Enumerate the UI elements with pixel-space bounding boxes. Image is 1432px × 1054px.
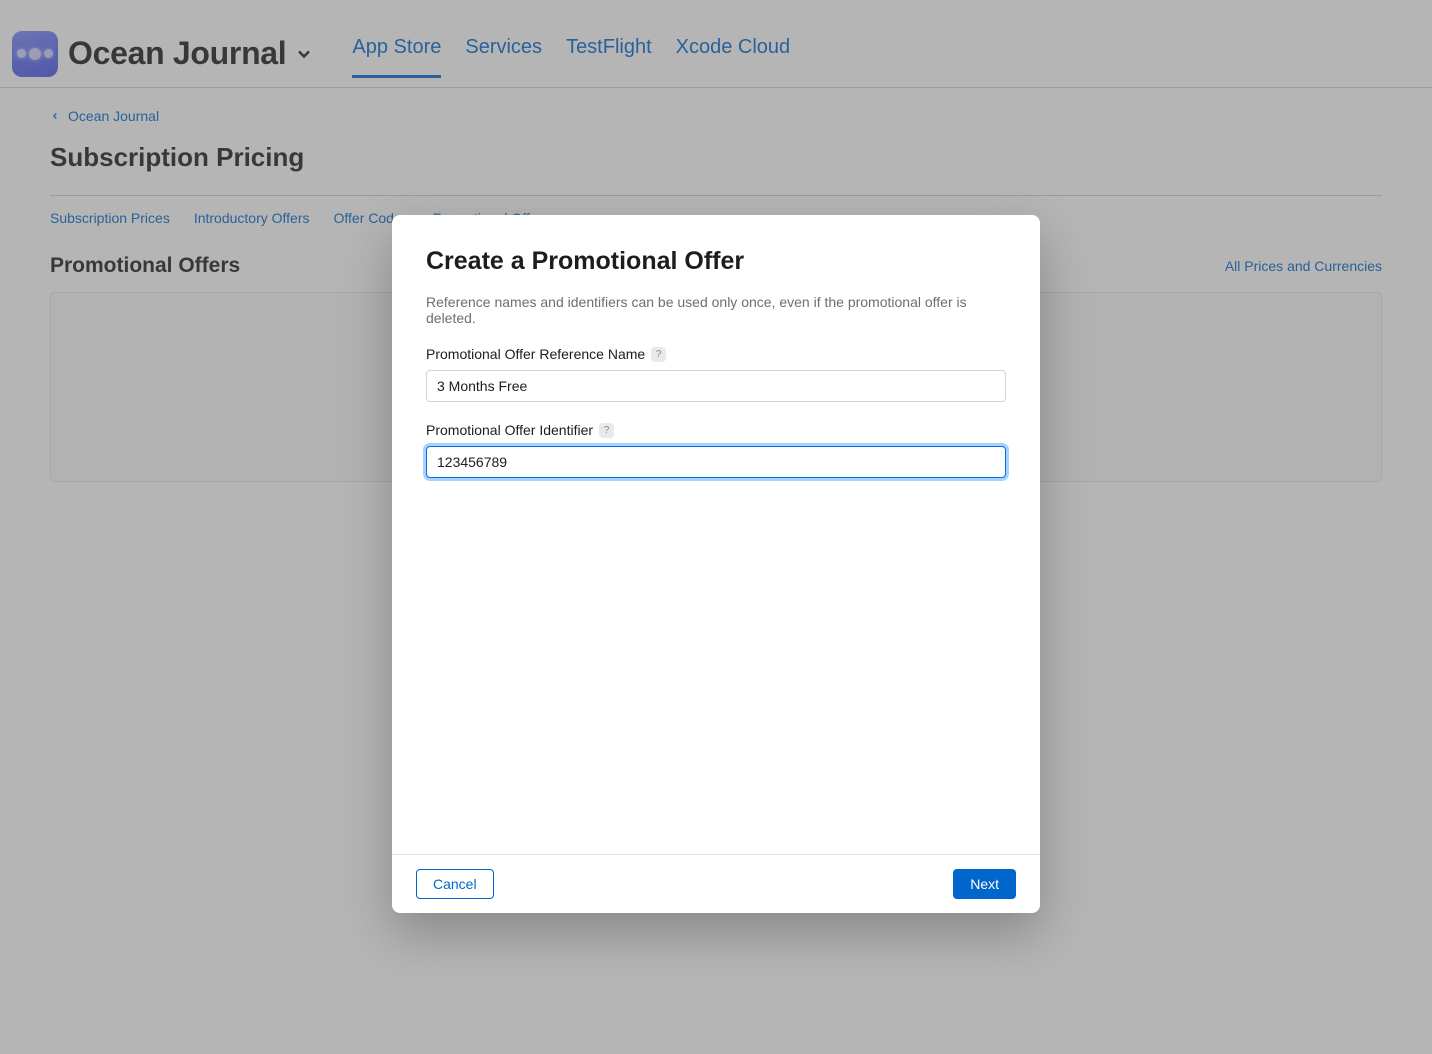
cancel-button[interactable]: Cancel	[416, 869, 494, 899]
reference-name-label: Promotional Offer Reference Name ?	[426, 346, 1006, 362]
next-button[interactable]: Next	[953, 869, 1016, 899]
modal-footer: Cancel Next	[392, 854, 1040, 913]
reference-name-input[interactable]	[426, 370, 1006, 402]
identifier-label: Promotional Offer Identifier ?	[426, 422, 1006, 438]
modal-body: Create a Promotional Offer Reference nam…	[392, 215, 1040, 854]
modal-title: Create a Promotional Offer	[426, 247, 1006, 276]
identifier-input[interactable]	[426, 446, 1006, 478]
modal-description: Reference names and identifiers can be u…	[426, 294, 1006, 326]
create-promotional-offer-modal: Create a Promotional Offer Reference nam…	[392, 215, 1040, 913]
help-icon[interactable]: ?	[651, 347, 666, 362]
help-icon[interactable]: ?	[599, 423, 614, 438]
